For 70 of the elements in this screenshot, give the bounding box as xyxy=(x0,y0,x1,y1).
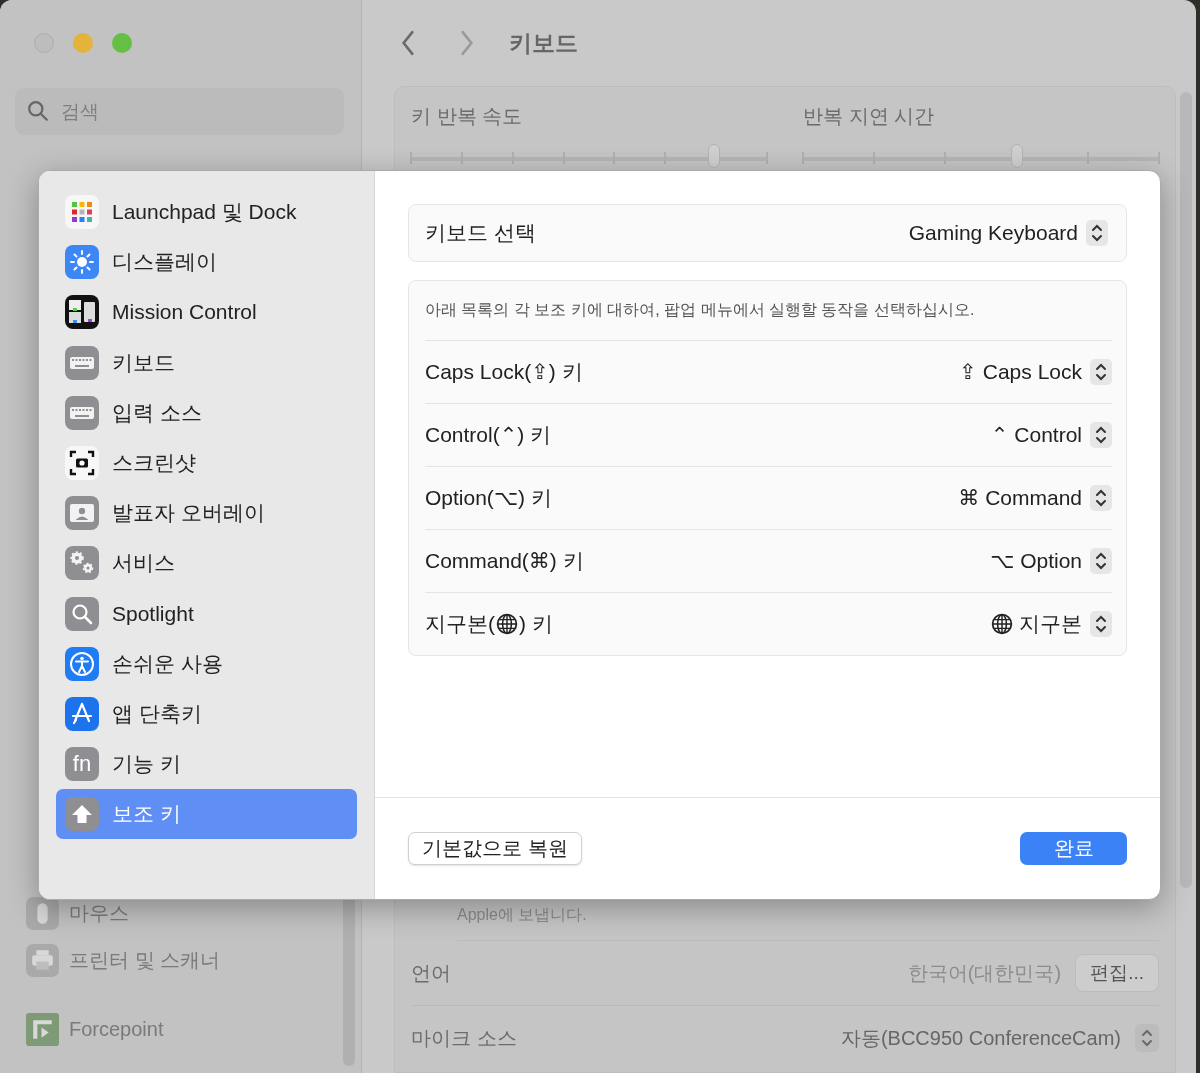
forward-button[interactable] xyxy=(459,30,475,56)
app-grid-icon xyxy=(65,195,99,230)
slider[interactable] xyxy=(803,142,1159,170)
windows-icon xyxy=(65,295,99,330)
keyboard-icon xyxy=(65,345,99,380)
app-store-icon xyxy=(65,696,99,731)
row-label: 마이크 소스 xyxy=(411,1025,518,1051)
row-label: Control(⌃) 키 xyxy=(425,422,552,448)
window-title: 키보드 xyxy=(509,28,578,58)
category-item[interactable]: 키보드 xyxy=(56,337,357,388)
zoom-button[interactable] xyxy=(112,33,132,53)
category-item[interactable]: fn 기능 키 xyxy=(56,739,357,790)
action-popup[interactable]: ⌃ Control xyxy=(990,422,1112,448)
slider-thumb[interactable] xyxy=(707,144,720,168)
person-icon xyxy=(65,496,99,531)
slider-label: 반복 지연 시간 xyxy=(803,104,936,129)
row-label: 지구본( xyxy=(425,611,495,637)
back-button[interactable] xyxy=(400,30,416,56)
edit-button[interactable]: 편집... xyxy=(1075,954,1159,992)
stepper-icon xyxy=(1086,220,1108,246)
category-item[interactable]: Spotlight xyxy=(56,588,357,639)
action-popup[interactable]: ⌥ Option xyxy=(990,548,1112,574)
accessibility-icon xyxy=(65,646,99,681)
search-icon xyxy=(27,100,49,122)
globe-icon xyxy=(496,613,518,635)
category-item[interactable]: 서비스 xyxy=(56,538,357,589)
keyboard-popup[interactable]: Gaming Keyboard xyxy=(908,220,1108,246)
camera-icon xyxy=(65,446,99,481)
stepper-icon xyxy=(1090,548,1112,574)
action-popup[interactable]: 지구본 xyxy=(991,610,1112,638)
gears-icon xyxy=(65,546,99,581)
stepper-icon[interactable] xyxy=(1135,1024,1159,1052)
row-label: 언어 xyxy=(411,960,452,986)
stepper-icon xyxy=(1090,485,1112,511)
stepper-icon xyxy=(1090,611,1112,637)
row-label: ) 키 xyxy=(519,611,553,637)
search-field[interactable]: 검색 xyxy=(15,88,344,135)
category-item[interactable]: 스크린샷 xyxy=(56,437,357,489)
slider-thumb[interactable] xyxy=(1010,144,1023,168)
category-item[interactable]: Mission Control xyxy=(56,287,357,338)
action-popup[interactable]: ⇪ Caps Lock xyxy=(959,359,1112,385)
row-label: Command(⌘) 키 xyxy=(425,548,584,574)
category-item[interactable]: 발표자 오버레이 xyxy=(56,488,357,539)
globe-icon xyxy=(991,613,1013,635)
function-key-icon: fn xyxy=(65,747,99,782)
forcepoint-icon xyxy=(26,1013,59,1046)
row-value: 자동(BCC950 ConferenceCam) xyxy=(840,1025,1121,1051)
restore-defaults-button[interactable]: 기본값으로 복원 xyxy=(408,832,582,865)
stepper-icon xyxy=(1090,422,1112,448)
category-item[interactable]: 앱 단축키 xyxy=(56,688,357,740)
sun-icon xyxy=(65,245,99,280)
action-popup[interactable]: ⌘ Command xyxy=(958,485,1112,511)
printer-icon xyxy=(26,944,59,977)
stepper-icon xyxy=(1090,359,1112,385)
row-label: Caps Lock(⇪) 키 xyxy=(425,359,583,385)
row-value: 한국어(대한민국) xyxy=(907,960,1062,986)
category-item[interactable]: Launchpad 및 Dock xyxy=(56,187,357,238)
row-label: Option(⌥) 키 xyxy=(425,485,552,511)
row-label: 키보드 선택 xyxy=(425,220,536,246)
minimize-button[interactable] xyxy=(73,33,93,53)
category-item[interactable]: 디스플레이 xyxy=(56,237,357,288)
slider-label: 키 반복 속도 xyxy=(411,104,524,129)
description-text: 아래 목록의 각 보조 키에 대하여, 팝업 메뉴에서 실행할 동작을 선택하십시오. xyxy=(425,281,1112,341)
note-text: Apple에 보냅니다. xyxy=(457,905,1159,941)
slider[interactable] xyxy=(411,142,767,170)
search-icon xyxy=(65,596,99,631)
category-item[interactable]: 입력 소스 xyxy=(56,387,357,438)
category-item[interactable]: 손쉬운 사용 xyxy=(56,638,357,689)
keyboard-icon xyxy=(65,395,99,430)
done-button[interactable]: 완료 xyxy=(1020,832,1127,865)
